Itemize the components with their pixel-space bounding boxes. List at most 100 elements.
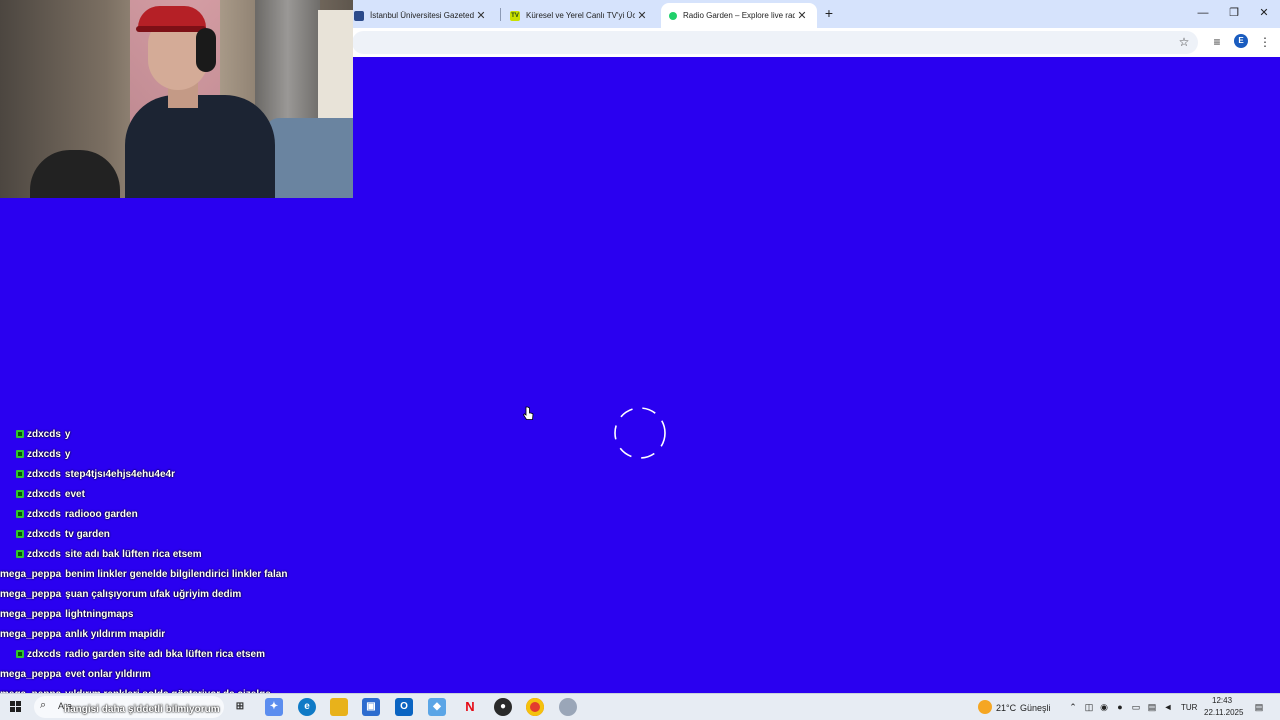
notification-center-icon[interactable]: ▤ (1252, 701, 1266, 713)
chat-text: evet (64, 488, 85, 500)
battery-icon[interactable]: ▭ (1130, 701, 1142, 713)
close-window-button[interactable]: ✕ (1254, 5, 1274, 21)
chat-text: şuan çalışıyorum ufak uğriyim dedim (65, 588, 242, 600)
chat-badge-icon (16, 470, 24, 478)
chat-badge-icon (16, 430, 24, 438)
chat-username: zdxcds (27, 468, 61, 480)
minimize-button[interactable]: — (1193, 5, 1213, 21)
chat-badge-icon (16, 550, 24, 558)
stream-chat-overflow-line: hangisi daha şiddetli bilmiyorum (64, 704, 220, 715)
tab-close-icon[interactable]: ✕ (635, 9, 649, 22)
chat-text: site adı bak lüften rica etsem (64, 548, 202, 560)
tab-separator (500, 8, 501, 21)
bookmark-star-icon[interactable]: ☆ (1176, 34, 1192, 50)
webcam-sofa (265, 118, 353, 198)
chevron-up-icon[interactable]: ⌃ (1067, 701, 1079, 713)
menu-kebab-icon[interactable]: ⋮ (1257, 34, 1273, 50)
volume-icon[interactable]: ◄ (1162, 701, 1174, 713)
tab-title: Radio Garden – Explore live radi (683, 11, 795, 20)
photos-icon[interactable]: ◆ (428, 698, 446, 716)
chat-message: zdxcds y (0, 444, 70, 464)
app-extra-icon[interactable] (559, 698, 577, 716)
chat-username: zdxcds (27, 428, 61, 440)
netflix-icon[interactable]: N (461, 698, 479, 716)
weather-sun-icon (978, 700, 992, 714)
chat-message: mega_peppa şuan çalışıyorum ufak uğriyim… (0, 584, 241, 604)
tab-radio-garden[interactable]: Radio Garden – Explore live radi ✕ (661, 3, 817, 28)
chat-badge-icon (16, 490, 24, 498)
chat-badge-icon (16, 510, 24, 518)
outlook-icon[interactable]: O (395, 698, 413, 716)
task-view-icon[interactable]: ⊞ (231, 698, 249, 716)
chat-text: evet onlar yıldırım (65, 668, 151, 680)
store-icon[interactable]: ▣ (362, 698, 380, 716)
chat-message: zdxcds y (0, 424, 70, 444)
clock-date[interactable]: 22.11.2025 (1204, 708, 1243, 717)
search-icon: ⌕ (40, 699, 47, 711)
obs-icon[interactable]: ● (494, 698, 512, 716)
microphone-icon[interactable]: ● (1114, 701, 1126, 713)
chat-username: mega_peppa (0, 568, 62, 580)
webcam-headphone (196, 28, 216, 72)
chat-text: y (64, 448, 71, 460)
windows-start-icon[interactable] (10, 701, 22, 713)
chat-username: zdxcds (27, 648, 61, 660)
chat-message: zdxcds tv garden (0, 524, 110, 544)
chat-message: mega_peppa anlık yıldırım mapidir (0, 624, 165, 644)
weather-condition[interactable]: Güneşli (1020, 703, 1051, 713)
chat-message: zdxcds step4tjsı4ehjs4ehu4e4r (0, 464, 175, 484)
chat-text: benim linkler genelde bilgilendirici lin… (65, 568, 288, 580)
tab-kuresel-tv[interactable]: TV Küresel ve Yerel Canlı TV'yi Ücre ✕ (502, 3, 657, 28)
chat-message: mega_peppa benim linkler genelde bilgile… (0, 564, 287, 584)
chat-message: mega_peppa lightningmaps (0, 604, 133, 624)
hand-cursor-icon (522, 406, 534, 420)
chat-username: zdxcds (27, 488, 61, 500)
chat-username: mega_peppa (0, 628, 62, 640)
chat-username: zdxcds (27, 528, 61, 540)
address-bar[interactable] (352, 31, 1198, 54)
language-indicator[interactable]: TUR (1181, 703, 1197, 712)
chat-message: zdxcds radiooo garden (0, 504, 138, 524)
new-tab-button[interactable]: + (822, 6, 836, 20)
chat-text: lightningmaps (65, 608, 134, 620)
clock-time[interactable]: 12:43 (1212, 696, 1232, 705)
tray-recording-icon[interactable]: ◉ (1098, 701, 1110, 713)
media-controls-icon[interactable]: ≡ (1209, 34, 1225, 50)
profile-avatar[interactable]: E (1234, 34, 1248, 48)
webcam-person-body (125, 95, 275, 198)
screen: İstanbul Üniversitesi Gazeteden ✕ TV Kür… (0, 0, 1280, 720)
chat-text: radiooo garden (64, 508, 138, 520)
tab-title: İstanbul Üniversitesi Gazeteden (370, 11, 474, 20)
chat-message: zdxcds radio garden site adı bka lüften … (0, 644, 265, 664)
weather-temperature[interactable]: 21°C (996, 703, 1016, 713)
windows-taskbar: ⌕ Ara hangisi daha şiddetli bilmiyorum ⊞… (0, 693, 1280, 720)
edge-icon[interactable]: e (298, 698, 316, 716)
webcam-overlay (0, 0, 353, 198)
tv-garden-favicon-icon: TV (510, 10, 520, 21)
file-explorer-icon[interactable] (330, 698, 348, 716)
chat-text: radio garden site adı bka lüften rica et… (64, 648, 265, 660)
tab-istanbul-universitesi[interactable]: İstanbul Üniversitesi Gazeteden ✕ (346, 3, 496, 28)
chat-username: mega_peppa (0, 668, 62, 680)
tab-title: Küresel ve Yerel Canlı TV'yi Ücre (526, 11, 635, 20)
chat-text: y (64, 428, 71, 440)
tray-app-icon[interactable]: ◫ (1083, 701, 1095, 713)
chat-badge-icon (16, 650, 24, 658)
restore-button[interactable]: ❐ (1224, 5, 1244, 21)
network-icon[interactable]: ▤ (1146, 701, 1158, 713)
webcam-cap-bill (136, 26, 206, 32)
tab-favicon-icon (354, 10, 364, 21)
chat-text: anlık yıldırım mapidir (65, 628, 166, 640)
copilot-icon[interactable]: ✦ (265, 698, 283, 716)
chat-username: zdxcds (27, 548, 61, 560)
loading-spinner-icon (614, 407, 666, 459)
chrome-icon[interactable] (526, 698, 544, 716)
chat-username: mega_peppa (0, 608, 62, 620)
tab-close-icon[interactable]: ✕ (795, 9, 809, 22)
chat-message: mega_peppa evet onlar yıldırım (0, 664, 151, 684)
tab-close-icon[interactable]: ✕ (474, 9, 488, 22)
chat-username: mega_peppa (0, 588, 62, 600)
chat-username: zdxcds (27, 508, 61, 520)
chat-message: zdxcds evet (0, 484, 85, 504)
chat-badge-icon (16, 530, 24, 538)
